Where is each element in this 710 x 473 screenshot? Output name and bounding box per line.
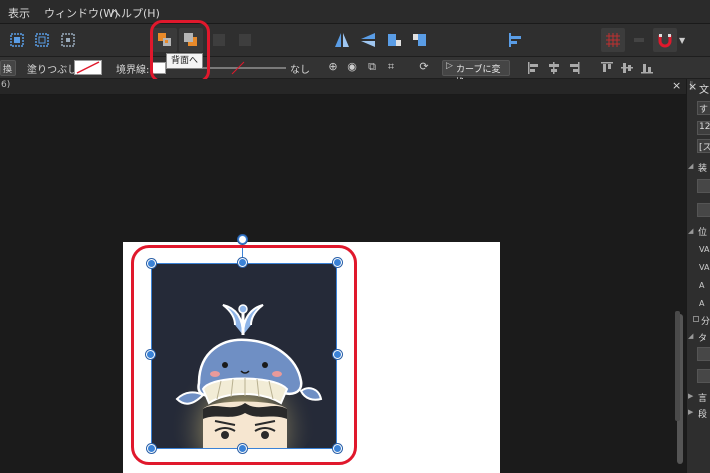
align-bottom-ctx-icon[interactable] [640, 61, 654, 75]
section-language-label[interactable]: 言 [698, 391, 707, 404]
rotate-right-icon[interactable] [408, 28, 432, 52]
fill-swatch[interactable] [74, 60, 102, 75]
section-text-chevron-icon[interactable]: ◢ [688, 332, 693, 340]
decoration-button-1[interactable] [697, 179, 710, 193]
align-center-ctx-icon[interactable] [547, 61, 561, 75]
rotation-handle[interactable] [238, 235, 247, 244]
align-left-icon[interactable] [503, 28, 527, 52]
select-all-icon[interactable] [5, 28, 29, 52]
truncated-button[interactable]: 換 [0, 60, 16, 76]
transform-icon[interactable]: ⧉ [364, 60, 380, 76]
menu-window[interactable]: ウィンドウ(W) [44, 5, 118, 21]
text-option-button-1[interactable] [697, 347, 710, 361]
context-toolbar: 換 塗りつぶし: 境界線: なし ⊕ ◉ ⧉ ⌗ ⟳ ▷ カーブに変換 [0, 57, 710, 88]
arrange-disabled-icon [207, 28, 231, 52]
play-icon: ▷ [446, 61, 453, 71]
right-studio-panel: ‖ 文 す 12 [ス ◢ 装 ◢ 位 VA VA A A 分 ◢ タ ▶ 言 … [675, 79, 710, 473]
rotate-icon[interactable]: ⟳ [416, 60, 432, 76]
eye-icon[interactable]: ◉ [344, 60, 360, 76]
section-paragraph-label[interactable]: 段 [698, 407, 707, 420]
font-family-field[interactable]: す [697, 101, 710, 115]
section-decor-chevron-icon[interactable]: ◢ [688, 162, 693, 170]
flip-horizontal-icon[interactable] [330, 28, 354, 52]
stroke-label: 境界線: [116, 65, 150, 76]
highlight-arrange-buttons [150, 20, 210, 83]
section-decoration-label[interactable]: 装 [698, 161, 707, 174]
select-none-icon[interactable] [30, 28, 54, 52]
font-style-value: [ス [699, 143, 710, 153]
align-right-ctx-icon[interactable] [567, 61, 581, 75]
panel-tab-character[interactable]: 文 [699, 81, 709, 96]
close-panel-icon[interactable]: × [688, 80, 697, 93]
section-position-label[interactable]: 位 [698, 225, 707, 238]
menu-help[interactable]: ヘルプ(H) [110, 5, 160, 21]
font-size-field[interactable]: 12 [697, 121, 710, 135]
main-toolbar: ▼ [0, 24, 710, 57]
truncated-button-label: 換 [3, 65, 13, 75]
highlight-selected-image [131, 245, 357, 465]
leading-label: A [699, 299, 705, 308]
section-text-label[interactable]: タ [698, 331, 707, 344]
option-checkbox-label: 分 [701, 317, 710, 327]
section-lang-chevron-icon[interactable]: ▶ [688, 392, 693, 400]
menu-bar: 表示 ウィンドウ(W) ヘルプ(H) [0, 0, 710, 24]
convert-to-curves-button[interactable]: ▷ カーブに変換 [442, 60, 510, 88]
align-middle-ctx-icon[interactable] [620, 61, 634, 75]
menu-view[interactable]: 表示 [8, 5, 30, 21]
snapping-disabled-icon [627, 28, 651, 52]
snapping-magnet-icon[interactable] [653, 28, 677, 52]
stroke-width-value: なし [290, 65, 310, 76]
option-checkbox[interactable] [693, 316, 699, 322]
fill-label: 塗りつぶし: [27, 65, 81, 76]
kerning-label: VA [699, 245, 710, 254]
snapping-options-chevron-icon[interactable]: ▼ [679, 36, 687, 45]
decoration-button-2[interactable] [697, 203, 710, 217]
section-paragraph-chevron-icon[interactable]: ▶ [688, 408, 693, 416]
section-position-chevron-icon[interactable]: ◢ [688, 227, 693, 235]
tracking-label: VA [699, 263, 710, 272]
crosshair-icon[interactable]: ⊕ [325, 60, 341, 76]
close-document-icon[interactable]: × [672, 79, 681, 92]
snapping-grid-icon[interactable] [601, 28, 625, 52]
font-style-field[interactable]: [ス [697, 139, 710, 153]
crop-icon[interactable]: ⌗ [383, 60, 399, 76]
panel-scrollbar[interactable] [675, 311, 680, 421]
align-left-ctx-icon[interactable] [527, 61, 541, 75]
arrange-disabled-2-icon [233, 28, 257, 52]
align-top-ctx-icon[interactable] [600, 61, 614, 75]
baseline-label: A [699, 281, 705, 290]
text-option-button-2[interactable] [697, 369, 710, 383]
document-tab-bar: 6) × [0, 79, 686, 95]
document-tab-label[interactable]: 6) [1, 80, 10, 90]
invert-selection-icon[interactable] [56, 28, 80, 52]
flip-vertical-icon[interactable] [356, 28, 380, 52]
font-size-value: 12 [699, 122, 710, 132]
font-family-value: す [699, 105, 709, 115]
rotate-left-icon[interactable] [382, 28, 406, 52]
